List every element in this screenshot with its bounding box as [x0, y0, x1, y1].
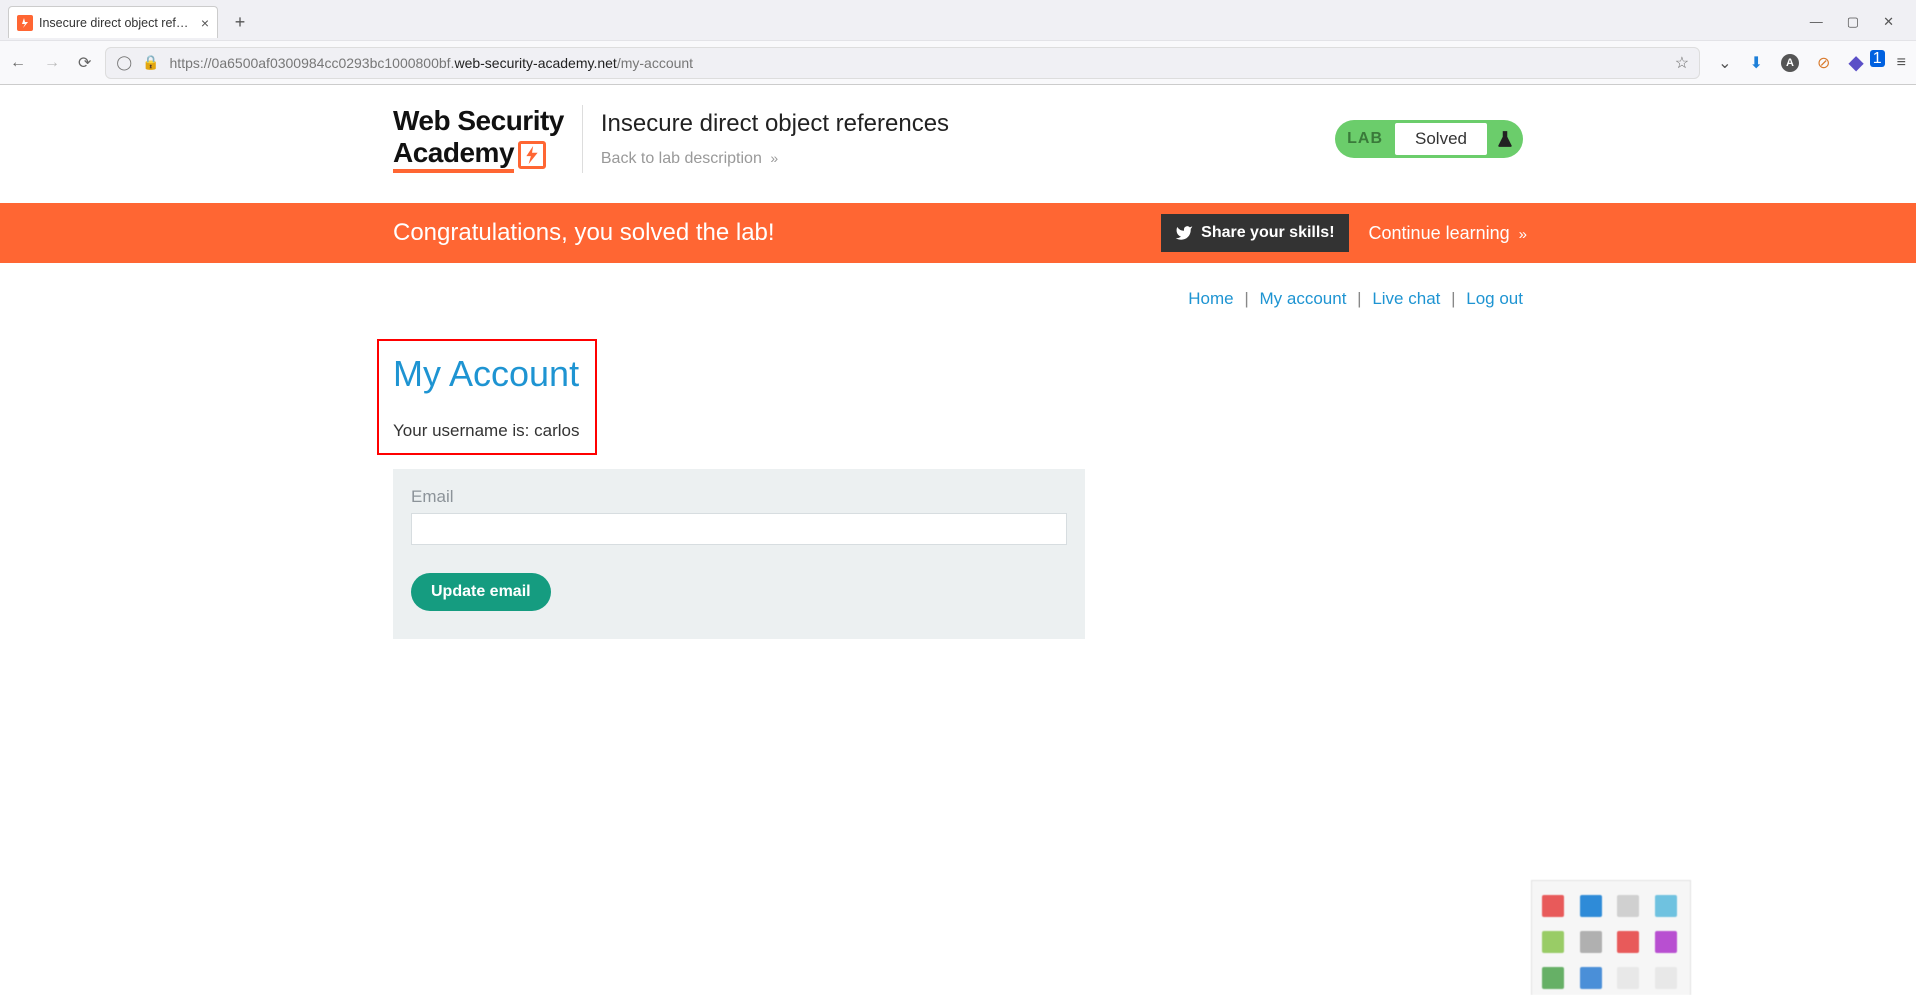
app-tile[interactable] [1542, 895, 1564, 917]
tab-favicon-icon [17, 15, 33, 31]
academy-header: Web Security Academy Insecure direct obj… [393, 85, 1523, 203]
browser-chrome: Insecure direct object references × + ― … [0, 0, 1916, 85]
close-window-icon[interactable]: ✕ [1883, 14, 1894, 30]
app-tile[interactable] [1655, 967, 1677, 989]
email-form: Email Update email [393, 469, 1085, 639]
flask-icon [1487, 130, 1523, 148]
nav-sep: | [1357, 289, 1361, 308]
extension-c-icon[interactable]: ◆1 [1848, 50, 1878, 75]
academy-logo[interactable]: Web Security Academy [393, 105, 583, 173]
pill-lab-label: LAB [1335, 130, 1395, 148]
chevron-right-icon: » [1519, 226, 1523, 243]
username-line: Your username is: carlos [393, 421, 579, 441]
app-tile[interactable] [1580, 931, 1602, 953]
username-label: Your username is: [393, 421, 534, 440]
extension-a-icon[interactable]: A [1781, 54, 1799, 72]
app-tile[interactable] [1617, 931, 1639, 953]
tab-close-icon[interactable]: × [201, 15, 209, 31]
logo-line1: Web Security [393, 105, 564, 137]
lock-icon[interactable]: 🔒 [142, 54, 159, 71]
url-prefix: https:// [170, 55, 212, 71]
top-nav: Home | My account | Live chat | Log out [393, 289, 1523, 309]
twitter-icon [1175, 224, 1193, 242]
menu-icon[interactable]: ≡ [1897, 54, 1906, 72]
email-label: Email [411, 487, 1067, 507]
logo-line2: Academy [393, 137, 514, 173]
forward-icon[interactable]: → [44, 54, 60, 72]
congrats-bar: Congratulations, you solved the lab! Sha… [0, 203, 1916, 263]
extension-b-icon[interactable]: ⊘ [1817, 53, 1830, 73]
minimize-icon[interactable]: ― [1810, 14, 1823, 30]
page: Web Security Academy Insecure direct obj… [0, 85, 1916, 639]
pill-status-label: Solved [1395, 123, 1487, 155]
window-controls: ― ▢ ✕ [1810, 14, 1908, 30]
app-tile[interactable] [1542, 967, 1564, 989]
browser-tab[interactable]: Insecure direct object references × [8, 6, 218, 38]
username-value: carlos [534, 421, 579, 440]
content: Home | My account | Live chat | Log out … [393, 263, 1523, 639]
back-link-text: Back to lab description [601, 150, 762, 167]
congrats-message: Congratulations, you solved the lab! [393, 219, 1161, 247]
url-path: /my-account [617, 55, 693, 71]
share-skills-button[interactable]: Share your skills! [1161, 214, 1348, 252]
browser-toolbar: ← → ⟳ ◯ 🔒 https://0a6500af0300984cc0293b… [0, 40, 1916, 84]
app-tile[interactable] [1617, 967, 1639, 989]
app-tile[interactable] [1655, 931, 1677, 953]
pocket-icon[interactable]: ⌄ [1718, 53, 1731, 73]
back-icon[interactable]: ← [10, 54, 26, 72]
email-field[interactable] [411, 513, 1067, 545]
lab-meta: Insecure direct object references Back t… [601, 110, 1335, 168]
app-tile[interactable] [1580, 967, 1602, 989]
app-tile[interactable] [1580, 895, 1602, 917]
back-to-lab-link[interactable]: Back to lab description » [601, 150, 1335, 168]
reload-icon[interactable]: ⟳ [78, 53, 91, 73]
nav-my-account[interactable]: My account [1260, 289, 1347, 308]
floating-tile-panel[interactable] [1531, 880, 1691, 995]
account-highlight-box: My Account Your username is: carlos [377, 339, 597, 455]
app-tile[interactable] [1655, 895, 1677, 917]
ext-badge: 1 [1870, 50, 1885, 67]
lab-title: Insecure direct object references [601, 110, 1335, 138]
url-host: web-security-academy.net [454, 55, 616, 71]
bookmark-icon[interactable]: ☆ [1675, 53, 1689, 73]
url-text: https://0a6500af0300984cc0293bc1000800bf… [170, 55, 1665, 71]
nav-sep: | [1244, 289, 1248, 308]
app-tile[interactable] [1617, 895, 1639, 917]
nav-log-out[interactable]: Log out [1466, 289, 1523, 308]
page-title: My Account [393, 353, 579, 395]
nav-sep: | [1451, 289, 1455, 308]
toolbar-right: ⌄ ⬇ A ⊘ ◆1 ≡ [1718, 50, 1906, 75]
update-email-button[interactable]: Update email [411, 573, 551, 611]
continue-label: Continue learning [1369, 223, 1510, 243]
bolt-icon [518, 141, 546, 169]
tab-strip: Insecure direct object references × + ― … [0, 0, 1916, 40]
continue-learning-link[interactable]: Continue learning » [1369, 223, 1523, 244]
nav-home[interactable]: Home [1188, 289, 1233, 308]
downloads-icon[interactable]: ⬇ [1750, 53, 1763, 73]
app-tile[interactable] [1542, 931, 1564, 953]
url-sub: 0a6500af0300984cc0293bc1000800bf. [212, 55, 455, 71]
chevron-right-icon: » [770, 150, 774, 166]
lab-status-pill: LAB Solved [1335, 120, 1523, 158]
new-tab-button[interactable]: + [226, 8, 254, 36]
share-label: Share your skills! [1201, 224, 1334, 242]
nav-live-chat[interactable]: Live chat [1372, 289, 1440, 308]
nav-buttons: ← → ⟳ [10, 53, 91, 73]
shield-icon[interactable]: ◯ [116, 54, 132, 71]
url-bar[interactable]: ◯ 🔒 https://0a6500af0300984cc0293bc10008… [105, 47, 1700, 79]
maximize-icon[interactable]: ▢ [1847, 14, 1859, 30]
tab-title: Insecure direct object references [39, 16, 195, 30]
